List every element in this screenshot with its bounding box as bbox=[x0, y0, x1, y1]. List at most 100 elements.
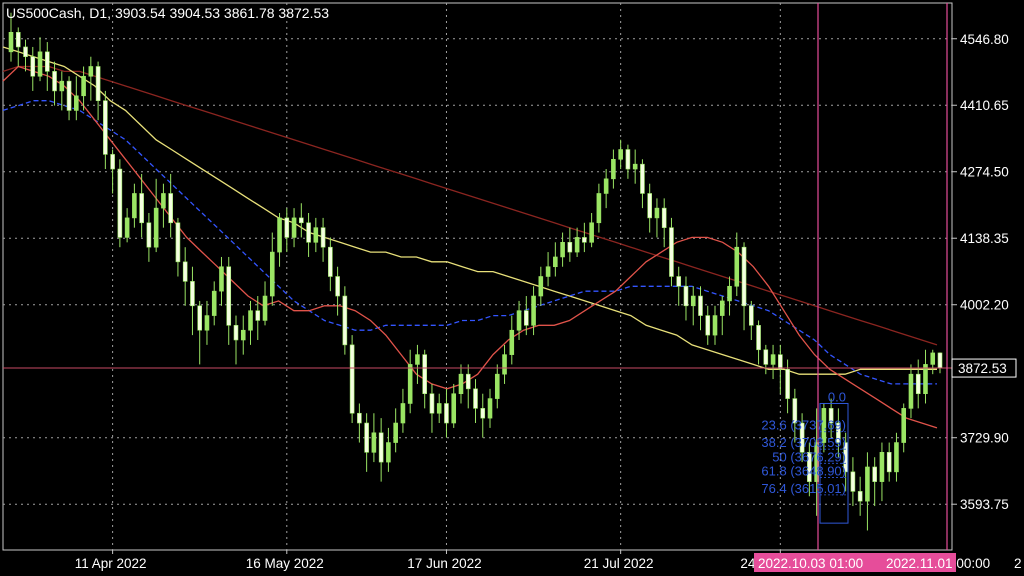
ma-mid-line bbox=[2, 100, 937, 385]
x-tick-label: 16 May 2022 bbox=[246, 556, 324, 571]
candle-body bbox=[553, 256, 558, 268]
candle-body bbox=[930, 352, 936, 365]
candle-body bbox=[531, 295, 536, 326]
candle-body bbox=[52, 71, 57, 92]
candle-body bbox=[611, 158, 616, 180]
candle-body bbox=[371, 432, 377, 453]
candle-body bbox=[146, 222, 152, 248]
candle-body bbox=[770, 354, 776, 365]
candle-body bbox=[211, 290, 217, 316]
candle-body bbox=[574, 237, 580, 253]
candle-body bbox=[545, 266, 551, 277]
candle-body bbox=[894, 442, 899, 473]
candle-body bbox=[15, 32, 21, 48]
candle-body bbox=[560, 242, 565, 258]
candle-body bbox=[219, 266, 224, 292]
candle-body bbox=[335, 276, 340, 297]
fib-level-label: 23.6 (3737.69) bbox=[761, 418, 846, 433]
candle-body bbox=[320, 227, 326, 248]
candle-body bbox=[582, 237, 587, 243]
candle-body bbox=[502, 354, 507, 375]
axes: 4546.80 4410.65 4274.50 4138.35 4002.20 3729.… bbox=[75, 32, 1022, 572]
candle-body bbox=[299, 217, 304, 224]
candle-body bbox=[785, 368, 790, 399]
overlays: 0.0 23.6 (3737.69) 38.2 (3703.59)50 (3676.… bbox=[3, 3, 952, 550]
candle-body bbox=[429, 393, 435, 414]
y-tick-label: 3593.75 bbox=[960, 497, 1009, 512]
candle-body bbox=[110, 154, 115, 170]
y-tick-label: 4274.50 bbox=[960, 165, 1009, 180]
candle-body bbox=[741, 246, 747, 307]
candle-body bbox=[719, 300, 725, 316]
candle-body bbox=[291, 217, 297, 238]
candle-body bbox=[30, 56, 36, 77]
candle-body bbox=[436, 403, 442, 414]
fib-level-label: 76.4 (3615.01) bbox=[761, 481, 846, 496]
candle-body bbox=[23, 46, 28, 58]
candle-body bbox=[850, 471, 856, 492]
candle-body bbox=[37, 51, 43, 77]
candle-body bbox=[647, 193, 652, 219]
candle-body bbox=[313, 227, 319, 243]
candle-body bbox=[378, 432, 384, 463]
candle-body bbox=[712, 315, 718, 336]
candle-body bbox=[915, 373, 921, 395]
candle-body bbox=[538, 276, 544, 297]
candle-body bbox=[197, 305, 202, 331]
fib-level-label: 50 (3676.29) bbox=[772, 449, 846, 464]
candle-body bbox=[937, 352, 943, 369]
candle-body bbox=[632, 163, 638, 170]
current-price-label: 3872.53 bbox=[958, 361, 1007, 376]
candle-body bbox=[480, 408, 486, 419]
candle-body bbox=[444, 403, 449, 424]
candle-body bbox=[103, 100, 108, 155]
candle-body bbox=[386, 442, 391, 463]
candle-body bbox=[683, 285, 689, 307]
candle-body bbox=[865, 466, 870, 502]
candle-body bbox=[357, 412, 362, 424]
candle-body bbox=[88, 66, 94, 77]
y-tick-label: 4546.80 bbox=[960, 32, 1009, 47]
candle-body bbox=[596, 193, 602, 224]
moving-averages bbox=[2, 46, 938, 429]
candle-body bbox=[393, 422, 398, 443]
candle-body bbox=[908, 373, 914, 409]
candle-body bbox=[465, 373, 471, 390]
candle-body bbox=[204, 315, 210, 331]
candle-body bbox=[857, 491, 863, 502]
candle-body bbox=[669, 227, 674, 277]
y-tick-label: 4138.35 bbox=[960, 231, 1009, 246]
candle-body bbox=[567, 242, 573, 253]
candle-body bbox=[182, 261, 188, 282]
candle-body bbox=[190, 281, 195, 307]
candle-body bbox=[153, 207, 159, 248]
candle-body bbox=[132, 193, 137, 219]
candle-body bbox=[269, 251, 275, 297]
date-marker-label: 2022.10.03 01:00 bbox=[758, 556, 863, 571]
fib-level-label: 0.0 bbox=[828, 389, 846, 404]
candle-body bbox=[277, 217, 282, 253]
candle-body bbox=[778, 354, 783, 370]
x-tick-label: 21 Jul 2022 bbox=[584, 556, 654, 571]
candle-body bbox=[168, 193, 173, 224]
candle-body bbox=[618, 149, 623, 160]
candle-body bbox=[690, 295, 696, 307]
fib-level-label: 61.8 (3648.90) bbox=[761, 463, 846, 478]
candle-body bbox=[603, 178, 609, 194]
candle-body bbox=[872, 466, 877, 482]
candle-body bbox=[81, 75, 86, 97]
candle-body bbox=[44, 51, 50, 72]
candle-body bbox=[516, 310, 522, 331]
x-tick-label: 11 Apr 2022 bbox=[75, 556, 147, 571]
candle-body bbox=[422, 354, 427, 395]
candle-body bbox=[95, 66, 101, 101]
candle-body bbox=[640, 163, 645, 194]
chart-header: US500Cash, D1, 3903.54 3904.53 3861.78 3… bbox=[6, 5, 330, 21]
candle-body bbox=[763, 349, 769, 365]
candle-body bbox=[886, 452, 892, 473]
candle-body bbox=[284, 217, 290, 238]
candle-body bbox=[306, 222, 311, 243]
candle-body bbox=[233, 325, 239, 341]
candle-body bbox=[509, 329, 515, 355]
price-chart[interactable]: 0.0 23.6 (3737.69) 38.2 (3703.59)50 (3676.… bbox=[0, 0, 1024, 576]
